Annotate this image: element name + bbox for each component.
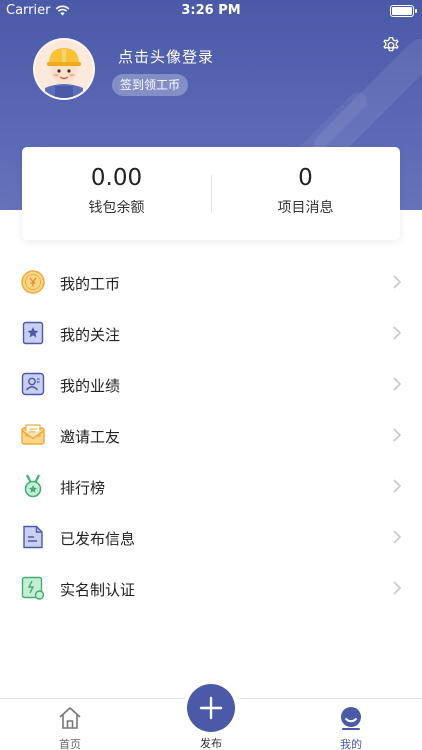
plus-icon [199, 696, 223, 720]
envelope-icon [21, 424, 45, 445]
chevron-right-icon [393, 479, 402, 493]
tab-home-label: 首页 [59, 738, 81, 750]
menu-item-leaderboard[interactable]: 排行榜 [0, 461, 422, 512]
menu-item-performance[interactable]: 我的业绩 [0, 359, 422, 410]
worker-avatar-icon [35, 40, 93, 98]
clock: 3:26 PM [181, 3, 241, 18]
wallet-balance-label: 钱包余额 [88, 200, 145, 216]
tab-home[interactable]: 首页 [40, 705, 100, 750]
document-icon [23, 525, 43, 549]
home-icon [59, 707, 81, 729]
menu-item-follows[interactable]: 我的关注 [0, 308, 422, 359]
gear-icon[interactable] [380, 34, 402, 56]
stats-divider [211, 175, 212, 213]
medal-icon [24, 474, 42, 498]
menu-item-label: 我的工币 [60, 275, 121, 293]
star-bookmark-icon [22, 321, 44, 345]
project-messages-label: 项目消息 [277, 200, 334, 216]
menu-item-label: 我的关注 [60, 326, 121, 344]
coin-icon [21, 270, 45, 294]
checkin-badge[interactable]: 签到领工币 [112, 74, 189, 96]
tab-publish[interactable]: 发布 [181, 735, 241, 750]
battery-icon [390, 5, 417, 17]
wallet-stat[interactable]: 0.00 钱包余额 [22, 147, 211, 240]
chevron-right-icon [393, 275, 402, 289]
tab-mine-label: 我的 [340, 738, 362, 750]
chevron-right-icon [393, 581, 402, 595]
menu-item-label: 我的业绩 [60, 377, 121, 395]
id-verify-icon [21, 576, 45, 600]
menu-item-published[interactable]: 已发布信息 [0, 512, 422, 563]
menu-item-real-name-verification[interactable]: 实名制认证 [0, 563, 422, 614]
smiley-profile-icon [341, 707, 361, 730]
login-prompt[interactable]: 点击头像登录 [118, 46, 214, 67]
menu-list: 我的工币 我的关注 我的业绩 邀请工友 排行榜 已发布信息 实名制认证 [0, 257, 422, 614]
menu-item-label: 已发布信息 [60, 530, 136, 548]
tab-publish-label: 发布 [200, 737, 222, 750]
stats-card: 0.00 钱包余额 0 项目消息 [22, 147, 400, 240]
user-card-icon [21, 372, 45, 396]
chevron-right-icon [393, 326, 402, 340]
tab-mine[interactable]: 我的 [321, 705, 381, 750]
chevron-right-icon [393, 377, 402, 391]
status-bar: Carrier 3:26 PM [0, 0, 422, 22]
messages-stat[interactable]: 0 项目消息 [211, 147, 400, 240]
menu-item-label: 实名制认证 [60, 581, 136, 599]
chevron-right-icon [393, 428, 402, 442]
menu-item-invite[interactable]: 邀请工友 [0, 410, 422, 461]
project-messages-value: 0 [298, 165, 313, 191]
chevron-right-icon [393, 530, 402, 544]
menu-item-coins[interactable]: 我的工币 [0, 257, 422, 308]
publish-button[interactable] [187, 684, 235, 732]
avatar[interactable] [33, 38, 95, 100]
menu-item-label: 排行榜 [60, 479, 106, 497]
wallet-balance-value: 0.00 [90, 165, 143, 191]
menu-item-label: 邀请工友 [60, 428, 121, 446]
